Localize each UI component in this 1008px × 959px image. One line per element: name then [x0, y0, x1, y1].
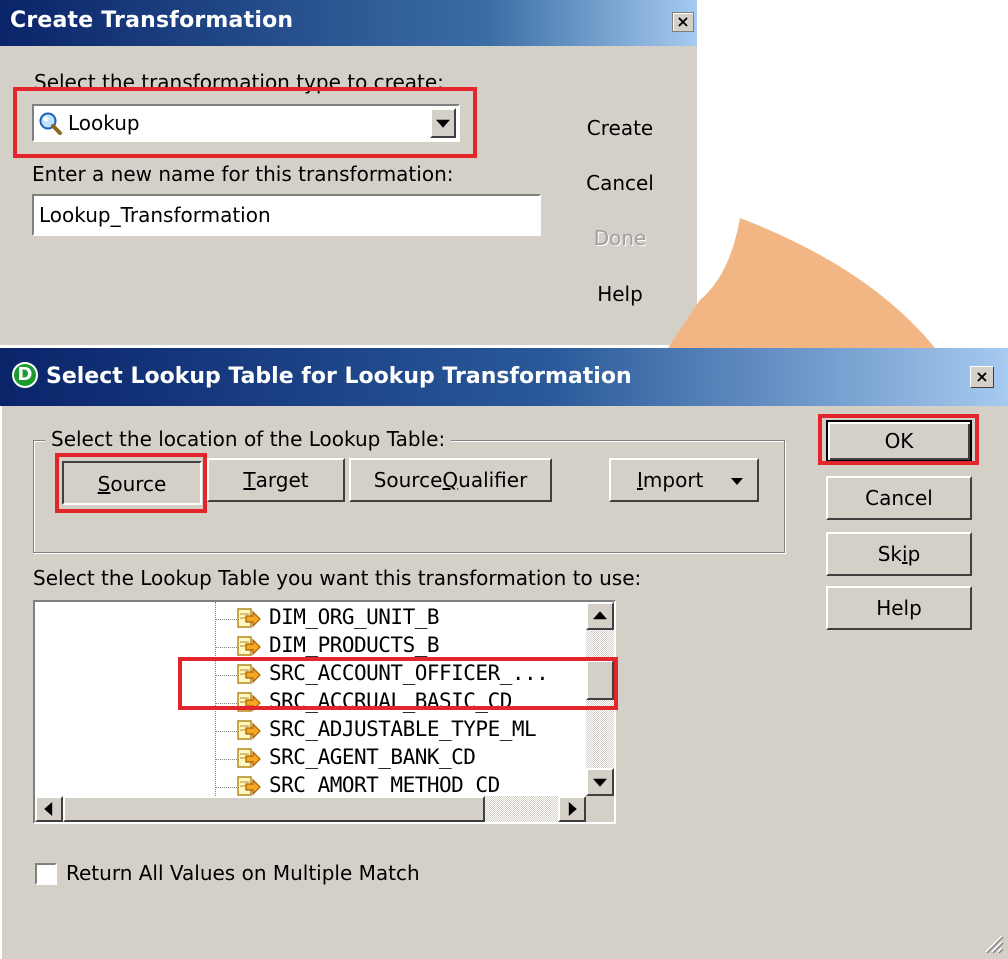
- tree-connector: [215, 787, 237, 788]
- tree-item-label: SRC_AGENT_BANK_CD: [269, 745, 476, 769]
- target-button-rest: arget: [255, 468, 309, 492]
- chevron-up-icon: [593, 611, 607, 620]
- tree-item-label: SRC_ACCRUAL_BASIC_CD: [269, 689, 512, 713]
- transformation-name-value: Lookup_Transformation: [39, 203, 271, 227]
- return-all-values-label: Return All Values on Multiple Match: [66, 861, 420, 885]
- app-icon: D: [12, 362, 38, 388]
- cancel-button[interactable]: Cancel: [567, 160, 673, 206]
- scroll-up-button[interactable]: [586, 602, 614, 630]
- dialog-title: Create Transformation: [10, 8, 294, 33]
- lookup-table-tree[interactable]: DIM_ORG_UNIT_B DIM_PRODUCTS_B SRC_ACCOUNT_…: [33, 600, 616, 824]
- source-table-icon: [237, 664, 261, 684]
- tree-connector: [215, 647, 237, 648]
- tree-connector: [215, 703, 237, 704]
- return-all-values-checkbox[interactable]: [35, 863, 57, 885]
- tree-item-label: SRC_ADJUSTABLE_TYPE_ML: [269, 717, 537, 741]
- transformation-type-value: Lookup: [68, 111, 140, 135]
- vertical-scroll-thumb[interactable]: [586, 660, 614, 700]
- skip-button-rest: p: [907, 542, 921, 566]
- source-table-icon: [237, 636, 261, 656]
- location-group-label: Select the location of the Lookup Table:: [45, 427, 452, 451]
- tree-item[interactable]: DIM_ORG_UNIT_B: [35, 604, 586, 634]
- close-icon[interactable]: ×: [970, 366, 994, 388]
- select-lookup-title-bar: Select Lookup Table for Lookup Transform…: [0, 348, 1008, 406]
- target-button-mnemonic: T: [243, 468, 256, 492]
- skip-button[interactable]: Skip: [826, 532, 972, 576]
- tree-item-label: SRC_ACCOUNT_OFFICER_...: [269, 661, 549, 685]
- horizontal-scroll-thumb[interactable]: [63, 796, 485, 822]
- transformation-name-input[interactable]: Lookup_Transformation: [32, 194, 541, 236]
- source-qualifier-button[interactable]: Source Qualifier: [349, 458, 552, 502]
- chevron-right-icon: [568, 802, 577, 816]
- tree-item-label: DIM_ORG_UNIT_B: [269, 605, 440, 629]
- source-table-icon: [237, 692, 261, 712]
- qualifier-button-prefix: Source: [373, 468, 443, 492]
- qualifier-button-mnemonic: Q: [442, 468, 459, 492]
- tree-item[interactable]: SRC_ADJUSTABLE_TYPE_ML: [35, 716, 586, 746]
- done-button[interactable]: Done: [567, 215, 673, 261]
- tree-connector: [215, 675, 237, 676]
- source-table-icon: [237, 608, 261, 628]
- chevron-down-icon: [731, 478, 743, 485]
- ok-button[interactable]: OK: [826, 420, 972, 462]
- import-button-rest: mport: [642, 468, 704, 492]
- chevron-down-icon: [436, 119, 450, 128]
- source-table-icon: [237, 748, 261, 768]
- source-button-mnemonic: S: [97, 472, 111, 496]
- create-transformation-title-bar: Create Transformation: [0, 0, 697, 46]
- tree-item[interactable]: DIM_PRODUCTS_B: [35, 632, 586, 662]
- scroll-left-button[interactable]: [35, 796, 63, 822]
- source-button-rest: ource: [110, 472, 167, 496]
- tree-item[interactable]: SRC_ACCOUNT_OFFICER_...: [35, 660, 586, 690]
- lookup-magnifier-icon: [39, 112, 62, 135]
- cancel-button[interactable]: Cancel: [826, 476, 972, 520]
- transformation-type-label: Select the transformation type to create…: [34, 70, 444, 94]
- tree-item[interactable]: SRC_AGENT_BANK_CD: [35, 744, 586, 774]
- import-button[interactable]: Import: [609, 458, 759, 502]
- transformation-name-label: Enter a new name for this transformation…: [32, 162, 454, 186]
- arc-fill: [668, 218, 935, 348]
- tree-item-label: DIM_PRODUCTS_B: [269, 633, 440, 657]
- tree-connector: [215, 759, 237, 760]
- help-button[interactable]: Help: [567, 271, 673, 317]
- lookup-table-label: Select the Lookup Table you want this tr…: [33, 566, 642, 590]
- chevron-left-icon: [44, 802, 53, 816]
- tree-connector: [215, 731, 237, 732]
- target-button[interactable]: Target: [207, 458, 345, 502]
- source-button[interactable]: Source: [62, 461, 202, 505]
- resize-grip-icon[interactable]: [982, 932, 1004, 954]
- close-icon[interactable]: ×: [672, 12, 694, 32]
- scroll-right-button[interactable]: [558, 796, 586, 822]
- transformation-type-select[interactable]: Lookup: [32, 104, 460, 142]
- help-button[interactable]: Help: [826, 586, 972, 630]
- tree-connector: [215, 619, 237, 620]
- scrollbar-corner: [586, 796, 614, 822]
- dropdown-button[interactable]: [430, 108, 456, 138]
- dialog-title: Select Lookup Table for Lookup Transform…: [46, 364, 632, 389]
- source-table-icon: [237, 720, 261, 740]
- skip-button-prefix: Sk: [877, 542, 902, 566]
- create-button[interactable]: Create: [567, 105, 673, 151]
- scroll-down-button[interactable]: [586, 768, 614, 796]
- tree-item[interactable]: SRC_ACCRUAL_BASIC_CD: [35, 688, 586, 718]
- tree-item-label: SRC_AMORT_METHOD_CD: [269, 773, 500, 797]
- chevron-down-icon: [593, 778, 607, 787]
- qualifier-button-rest: ualifier: [458, 468, 528, 492]
